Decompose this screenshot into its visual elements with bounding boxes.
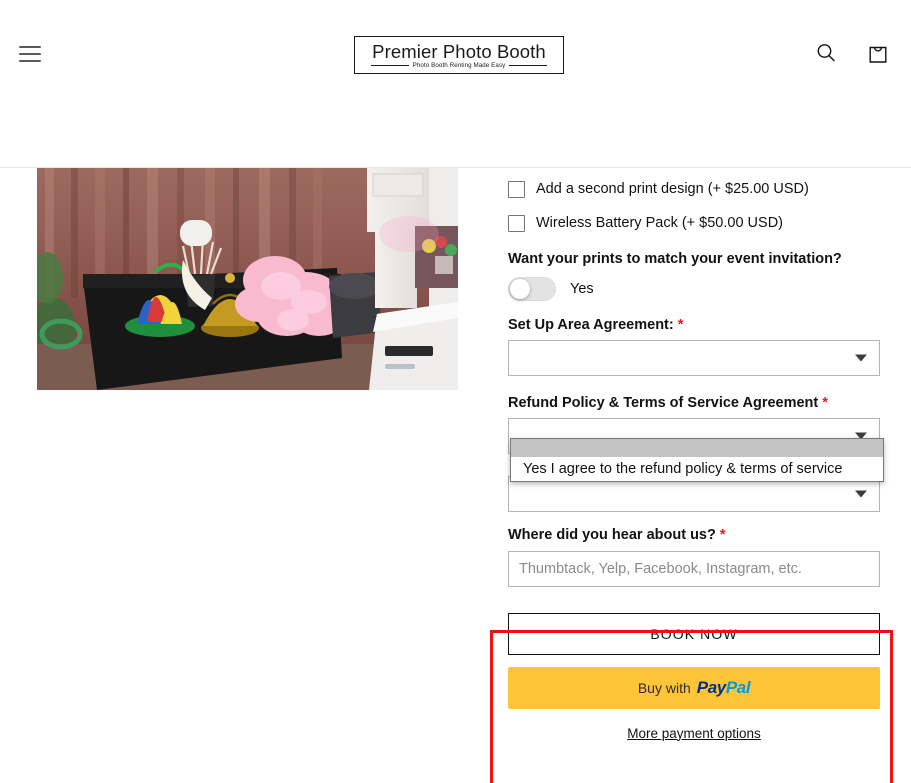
checkbox-battery-pack[interactable] <box>508 214 525 232</box>
more-payment-options-link[interactable]: More payment options <box>508 726 880 741</box>
toggle-knob <box>510 279 530 300</box>
chevron-down-icon <box>855 490 867 498</box>
paypal-prefix: Buy with <box>637 679 691 696</box>
required-asterisk: * <box>719 527 726 544</box>
header-icon-group <box>811 38 893 68</box>
dropdown-option-blank[interactable] <box>511 439 883 458</box>
refund-policy-label: Refund Policy & Terms of Service Agreeme… <box>508 394 880 412</box>
invitation-match-row: Yes <box>508 274 880 304</box>
hamburger-line <box>19 60 41 62</box>
addon-option-second-print[interactable]: Add a second print design (+ $25.00 USD) <box>508 172 880 206</box>
logo-tagline: Photo Booth Renting Made Easy <box>412 62 506 70</box>
addon-label: Add a second print design (+ $25.00 USD) <box>536 180 809 197</box>
logo-rule-right <box>509 65 547 67</box>
addon-option-battery-pack[interactable]: Wireless Battery Pack (+ $50.00 USD) <box>508 206 880 240</box>
chevron-down-icon <box>855 354 867 362</box>
logo-tagline-row: Photo Booth Renting Made Easy <box>371 62 547 69</box>
checkbox-second-print[interactable] <box>508 180 525 198</box>
hamburger-line <box>19 53 41 55</box>
dropdown-option-agree[interactable]: Yes I agree to the refund policy & terms… <box>511 457 883 482</box>
required-asterisk: * <box>677 317 684 334</box>
toggle-label: Yes <box>570 281 594 298</box>
shopping-bag-icon[interactable] <box>863 38 893 68</box>
site-logo[interactable]: Premier Photo Booth Photo Booth Renting … <box>354 36 564 74</box>
setup-area-label-text: Set Up Area Agreement: <box>508 317 674 334</box>
required-asterisk: * <box>822 395 828 412</box>
hamburger-line <box>19 46 41 48</box>
setup-area-label: Set Up Area Agreement: * <box>508 316 880 334</box>
paypal-logo-pay: Pay <box>696 677 726 697</box>
book-now-button[interactable]: BOOK NOW <box>508 612 880 655</box>
paypal-logo-pal: Pal <box>725 677 751 697</box>
site-header: Premier Photo Booth Photo Booth Renting … <box>0 0 911 168</box>
hear-about-us-input[interactable] <box>508 550 880 587</box>
search-icon[interactable] <box>811 38 841 68</box>
product-image[interactable] <box>37 168 458 390</box>
hear-about-us-label-text: Where did you hear about us? <box>508 527 716 544</box>
addon-label: Wireless Battery Pack (+ $50.00 USD) <box>536 214 783 231</box>
refund-policy-group: Refund Policy & Terms of Service Agreeme… <box>490 394 893 783</box>
logo-rule-left <box>371 65 409 67</box>
paypal-buy-button[interactable]: Buy with PayPal <box>508 666 880 709</box>
refund-policy-dropdown-list[interactable]: Yes I agree to the refund policy & terms… <box>510 438 884 483</box>
paypal-logo: PayPal <box>696 677 751 698</box>
product-form: Add ons Add a second print design (+ $25… <box>490 150 893 783</box>
invitation-match-toggle[interactable] <box>508 277 556 302</box>
hear-about-us-label: Where did you hear about us? * <box>508 526 880 544</box>
hamburger-menu-icon[interactable] <box>19 42 41 66</box>
product-page: Premier Photo Booth Photo Booth Renting … <box>0 0 911 783</box>
logo-title: Premier Photo Booth <box>372 40 546 62</box>
invitation-match-label: Want your prints to match your event inv… <box>508 251 842 267</box>
refund-policy-label-text: Refund Policy & Terms of Service Agreeme… <box>508 395 819 412</box>
setup-area-select[interactable] <box>508 340 880 377</box>
